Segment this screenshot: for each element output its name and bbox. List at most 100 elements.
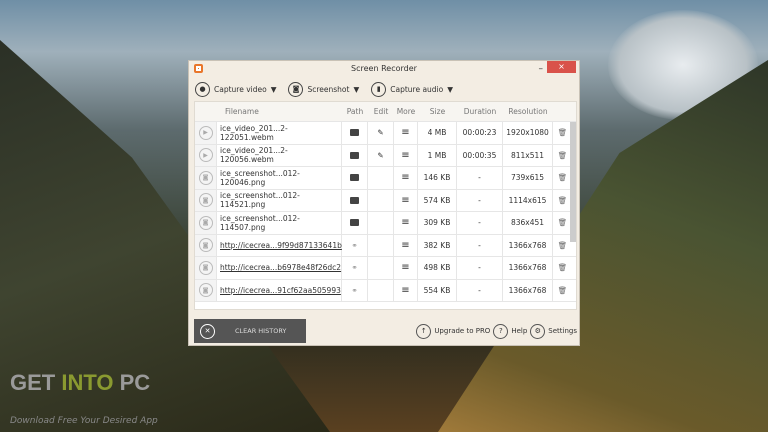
col-more: More <box>396 107 416 116</box>
duration: - <box>457 167 503 189</box>
camera-icon: ◙ <box>288 81 304 97</box>
close-button[interactable]: × <box>547 61 576 73</box>
gear-icon[interactable]: ⚙ <box>530 323 546 339</box>
edit-empty <box>368 167 394 189</box>
play-icon[interactable]: ▶ <box>198 148 213 163</box>
chevron-down-icon: ▼ <box>353 84 360 94</box>
table-header: Filename Path Edit More Size Duration Re… <box>195 102 576 122</box>
screenshot-button[interactable]: ◙ Screenshot ▼ <box>288 81 360 97</box>
menu-icon[interactable]: ≡ <box>394 279 418 301</box>
duration: - <box>457 257 503 279</box>
table-row[interactable]: ◙ http://icecrea...91cf62aa505993 ⚭ ≡ 55… <box>195 279 576 302</box>
pencil-icon[interactable]: ✎ <box>368 122 394 144</box>
filename[interactable]: ice_screenshot...012-114507.png <box>217 212 342 234</box>
folder-icon[interactable] <box>342 167 368 189</box>
toolbar: ● Capture video ▼ ◙ Screenshot ▼ ▮ Capture au… <box>189 77 579 101</box>
file-size: 1 MB <box>418 144 457 166</box>
edit-empty <box>368 212 394 234</box>
settings-link[interactable]: Settings <box>548 327 577 335</box>
camera-icon[interactable]: ◙ <box>198 170 213 185</box>
table-row[interactable]: ▶ ice_video_201...2-122051.webm ✎ ≡ 4 MB… <box>195 122 576 145</box>
menu-icon[interactable]: ≡ <box>394 257 418 279</box>
chevron-down-icon: ▼ <box>270 84 277 94</box>
col-size: Size <box>429 107 446 116</box>
camera-icon[interactable]: ◙ <box>198 238 213 253</box>
pencil-icon[interactable]: ✎ <box>368 144 394 166</box>
folder-icon[interactable] <box>342 189 368 211</box>
filename[interactable]: ice_video_201...2-120056.webm <box>217 144 342 166</box>
duration: - <box>457 212 503 234</box>
col-resolution: Resolution <box>508 107 548 116</box>
file-size: 382 KB <box>418 234 457 256</box>
filename[interactable]: http://icecrea...91cf62aa505993 <box>217 279 342 301</box>
menu-icon[interactable]: ≡ <box>394 234 418 256</box>
camera-icon[interactable]: ◙ <box>198 283 213 298</box>
link-icon[interactable]: ⚭ <box>342 234 368 256</box>
filename[interactable]: ice_screenshot...012-114521.png <box>217 189 342 211</box>
menu-icon[interactable]: ≡ <box>394 212 418 234</box>
edit-empty <box>368 234 394 256</box>
filename[interactable]: ice_video_201...2-122051.webm <box>217 122 342 144</box>
menu-icon[interactable]: ≡ <box>394 144 418 166</box>
clear-history-button[interactable]: ✕ CLEAR HISTORY <box>194 319 306 343</box>
folder-icon[interactable] <box>342 144 368 166</box>
capture-audio-button[interactable]: ▮ Capture audio ▼ <box>371 81 454 97</box>
menu-icon[interactable]: ≡ <box>394 189 418 211</box>
capture-video-label: Capture video <box>214 84 267 94</box>
app-icon <box>194 64 203 73</box>
col-path: Path <box>346 107 364 116</box>
resolution: 739x615 <box>503 167 553 189</box>
folder-icon[interactable] <box>342 122 368 144</box>
link-icon[interactable]: ⚭ <box>342 279 368 301</box>
resolution: 1366x768 <box>503 257 553 279</box>
capture-video-button[interactable]: ● Capture video ▼ <box>195 81 277 97</box>
link-icon[interactable]: ⚭ <box>342 257 368 279</box>
camera-icon[interactable]: ◙ <box>198 193 213 208</box>
filename[interactable]: http://icecrea...9f99d87133641b <box>217 234 342 256</box>
file-size: 146 KB <box>418 167 457 189</box>
filename[interactable]: ice_screenshot...012-120046.png <box>217 167 342 189</box>
watermark-logo: GET INTO PC <box>10 370 151 395</box>
col-edit: Edit <box>373 107 389 116</box>
camera-icon[interactable]: ◙ <box>198 215 213 230</box>
col-duration: Duration <box>463 107 497 116</box>
duration: - <box>457 234 503 256</box>
history-table: Filename Path Edit More Size Duration Re… <box>194 101 577 310</box>
minimize-button[interactable]: – <box>539 61 544 77</box>
window-title: Screen Recorder <box>351 64 417 73</box>
trash-icon[interactable]: 🗑 <box>553 280 572 302</box>
resolution: 1366x768 <box>503 279 553 301</box>
folder-icon[interactable] <box>342 212 368 234</box>
filename[interactable]: http://icecrea...b6978e48f26dc2 <box>217 257 342 279</box>
menu-icon[interactable]: ≡ <box>394 167 418 189</box>
trash-icon[interactable]: 🗑 <box>553 257 572 279</box>
table-row[interactable]: ◙ ice_screenshot...012-114507.png ≡ 309 … <box>195 212 576 235</box>
watermark-tagline: Download Free Your Desired App <box>10 416 158 426</box>
table-row[interactable]: ◙ http://icecrea...b6978e48f26dc2 ⚭ ≡ 49… <box>195 257 576 280</box>
camera-icon[interactable]: ◙ <box>198 260 213 275</box>
edit-empty <box>368 189 394 211</box>
duration: - <box>457 189 503 211</box>
microphone-icon: ▮ <box>371 81 387 97</box>
edit-empty <box>368 257 394 279</box>
resolution: 1366x768 <box>503 234 553 256</box>
resolution: 836x451 <box>503 212 553 234</box>
upgrade-link[interactable]: Upgrade to PRO <box>434 327 490 335</box>
play-icon[interactable]: ▶ <box>198 125 213 140</box>
edit-empty <box>368 279 394 301</box>
table-row[interactable]: ▶ ice_video_201...2-120056.webm ✎ ≡ 1 MB… <box>195 144 576 167</box>
screenshot-label: Screenshot <box>307 84 350 94</box>
record-icon: ● <box>195 81 210 97</box>
footer: ✕ CLEAR HISTORY ↑ Upgrade to PRO ? Help ⚙ Se… <box>194 319 577 343</box>
menu-icon[interactable]: ≡ <box>394 122 418 144</box>
table-row[interactable]: ◙ ice_screenshot...012-120046.png ≡ 146 … <box>195 167 576 190</box>
help-link[interactable]: Help <box>511 327 527 335</box>
table-row[interactable]: ◙ ice_screenshot...012-114521.png ≡ 574 … <box>195 189 576 212</box>
file-size: 554 KB <box>418 279 457 301</box>
arrow-up-icon[interactable]: ↑ <box>416 323 432 339</box>
help-icon[interactable]: ? <box>493 323 509 339</box>
table-row[interactable]: ◙ http://icecrea...9f99d87133641b ⚭ ≡ 38… <box>195 234 576 257</box>
scrollbar[interactable] <box>570 122 576 242</box>
clear-history-label: CLEAR HISTORY <box>235 327 287 335</box>
chevron-down-icon: ▼ <box>447 84 454 94</box>
